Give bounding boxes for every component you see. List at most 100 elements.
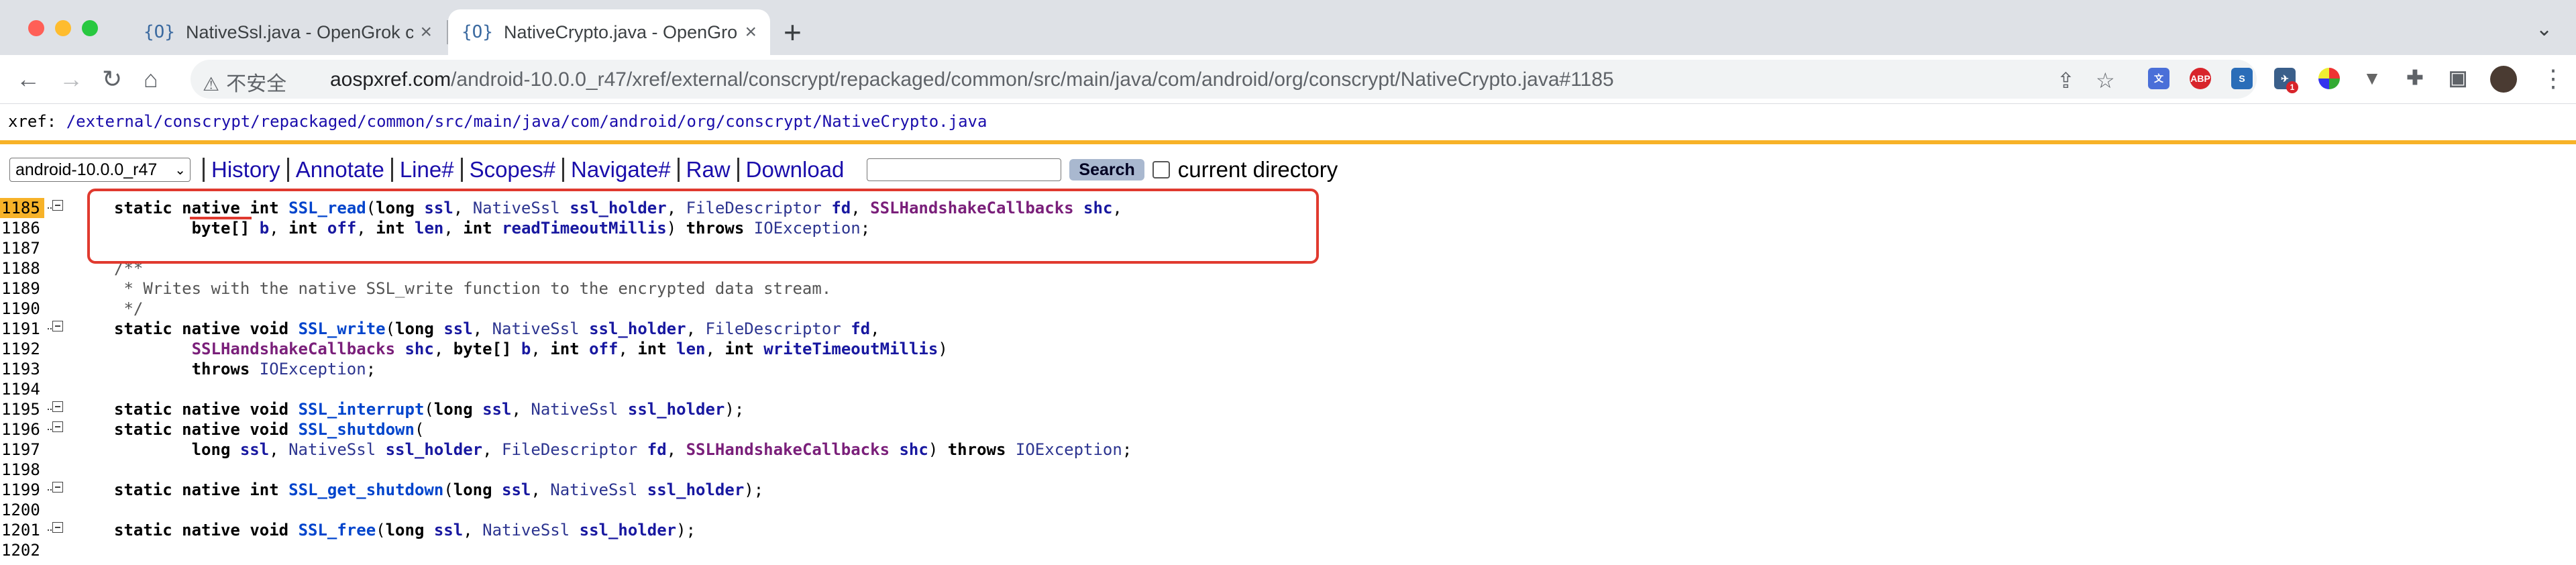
menu-kebab-icon[interactable]: ⋮ [2541,64,2565,93]
tab-nativecrypto[interactable]: {O} NativeCrypto.java - OpenGrok cross r… [448,9,770,55]
code-text: static native void SSL_shutdown( [114,420,425,439]
crumb-org[interactable]: /org [677,112,716,131]
line-number[interactable]: 1194 [0,379,44,399]
fold-toggle-icon[interactable] [48,421,63,432]
code-text: SSLHandshakeCallbacks shc, byte[] b, int… [191,340,948,358]
s-icon[interactable]: S [2231,68,2253,89]
line-number[interactable]: 1188 [0,258,44,278]
color-icon[interactable] [2318,68,2340,89]
crumb-external[interactable]: /external [66,112,154,131]
sidepanel-icon[interactable]: ▣ [2447,68,2469,89]
line-number[interactable]: 1190 [0,299,44,319]
line-number[interactable]: 1189 [0,278,44,299]
current-directory-label: current directory [1177,157,1338,182]
code-text: throws IOException; [191,360,376,378]
security-indicator[interactable]: ⚠ 不安全 [203,67,286,97]
crumb-file[interactable]: /NativeCrypto.java [812,112,987,131]
share-icon[interactable]: ⇪ [2057,68,2075,93]
line-number[interactable]: 1192 [0,339,44,359]
navigate-link[interactable]: Navigate# [562,158,678,182]
code-line: 1200 [0,500,2576,520]
tab-title: NativeCrypto.java - OpenGrok cross refer… [503,21,739,42]
line-number[interactable]: 1198 [0,460,44,480]
fold-toggle-icon[interactable] [48,522,63,533]
code-text: static native void SSL_write(long ssl, N… [114,319,880,338]
history-link[interactable]: History [203,158,287,182]
crumb-common[interactable]: /common [357,112,425,131]
line-number[interactable]: 1195 [0,399,44,419]
code-text: static native int SSL_get_shutdown(long … [114,480,764,499]
minimize-window-button[interactable] [55,20,71,36]
tab-title: NativeSsl.java - OpenGrok cross referenc… [185,21,414,42]
scopes-link[interactable]: Scopes# [460,158,562,182]
crumb-android[interactable]: /android [599,112,677,131]
crumb-conscrypt-pkg[interactable]: /conscrypt [716,112,813,131]
annotate-link[interactable]: Annotate [286,158,391,182]
line-number[interactable]: 1187 [0,238,44,258]
highlight-annotation-box [87,189,1319,264]
address-bar[interactable]: ⚠ 不安全 aospxref.com/android-10.0.0_r47/xre… [191,60,2257,99]
fold-toggle-icon[interactable] [48,401,63,412]
native-underline-annotation [190,217,252,219]
crumb-com[interactable]: /com [561,112,600,131]
line-number[interactable]: 1199 [0,480,44,500]
home-icon[interactable]: ⌂ [144,63,158,95]
warning-icon: ⚠ [203,74,220,95]
fold-toggle-icon[interactable] [48,482,63,493]
header-divider [0,140,2576,144]
crumb-repackaged[interactable]: /repackaged [250,112,357,131]
line-number[interactable]: 1202 [0,540,44,560]
crumb-src[interactable]: /src [425,112,464,131]
new-tab-button[interactable]: + [784,12,802,52]
line-number[interactable]: 1200 [0,500,44,520]
current-directory-checkbox[interactable] [1152,161,1170,178]
adblock-icon[interactable]: ABP [2190,68,2211,89]
download-link[interactable]: Download [737,158,851,182]
vee-icon[interactable]: ▼ [2361,68,2383,89]
line-number[interactable]: 1201 [0,520,44,540]
code-text: static native void SSL_free(long ssl, Na… [114,521,696,540]
code-line: 1190 */ [0,299,2576,319]
zoom-window-button[interactable] [82,20,98,36]
search-button[interactable]: Search [1069,159,1144,181]
code-line: 1197 long ssl, NativeSsl ssl_holder, Fil… [0,440,2576,460]
url-host: aospxref.com [330,68,451,91]
extension-badge: 1 [2286,81,2298,93]
line-number[interactable]: 1185 [0,198,44,218]
raw-link[interactable]: Raw [677,158,737,182]
line-numbers-link[interactable]: Line# [390,158,461,182]
translate-icon[interactable]: 文 [2148,68,2169,89]
tab-close-icon[interactable]: × [420,21,432,44]
fold-toggle-icon[interactable] [48,321,63,331]
close-window-button[interactable] [28,20,44,36]
tab-search-chevron-icon[interactable]: ⌄ [2536,17,2553,41]
crumb-java[interactable]: /java [512,112,560,131]
line-number[interactable]: 1197 [0,440,44,460]
bookmark-star-icon[interactable]: ☆ [2096,68,2115,93]
crumb-conscrypt[interactable]: /conscrypt [154,112,251,131]
line-number[interactable]: 1193 [0,359,44,379]
back-arrow-icon[interactable]: ← [16,63,40,95]
reload-icon[interactable]: ↻ [102,63,122,95]
code-comment: */ [114,299,144,318]
profile-avatar[interactable] [2490,66,2517,93]
code-text: static native void SSL_interrupt(long ss… [114,400,745,419]
opengrok-menu: android-10.0.0_r47 ⌄ History Annotate Lin… [9,155,1338,185]
version-select[interactable]: android-10.0.0_r47 ⌄ [9,158,191,182]
forward-arrow-icon[interactable]: → [59,63,83,95]
line-number[interactable]: 1196 [0,419,44,440]
fold-toggle-icon[interactable] [48,200,63,211]
code-text: long ssl, NativeSsl ssl_holder, FileDesc… [191,440,1132,459]
crumb-main[interactable]: /main [464,112,512,131]
tab-close-icon[interactable]: × [745,21,757,44]
puzzle-icon[interactable]: ✚ [2404,68,2426,89]
tab-nativessl[interactable]: {O} NativeSsl.java - OpenGrok cross refe… [130,9,445,55]
url-path: /android-10.0.0_r47/xref/external/conscr… [451,68,1614,91]
url-text[interactable]: aospxref.com/android-10.0.0_r47/xref/ext… [330,68,1614,91]
opengrok-favicon-icon: {O} [462,22,493,42]
line-number[interactable]: 1186 [0,218,44,238]
search-input[interactable] [867,158,1062,181]
line-number[interactable]: 1191 [0,319,44,339]
code-line: 1191 static native void SSL_write(long s… [0,319,2576,339]
tab-bar: {O} NativeSsl.java - OpenGrok cross refe… [0,0,2576,55]
